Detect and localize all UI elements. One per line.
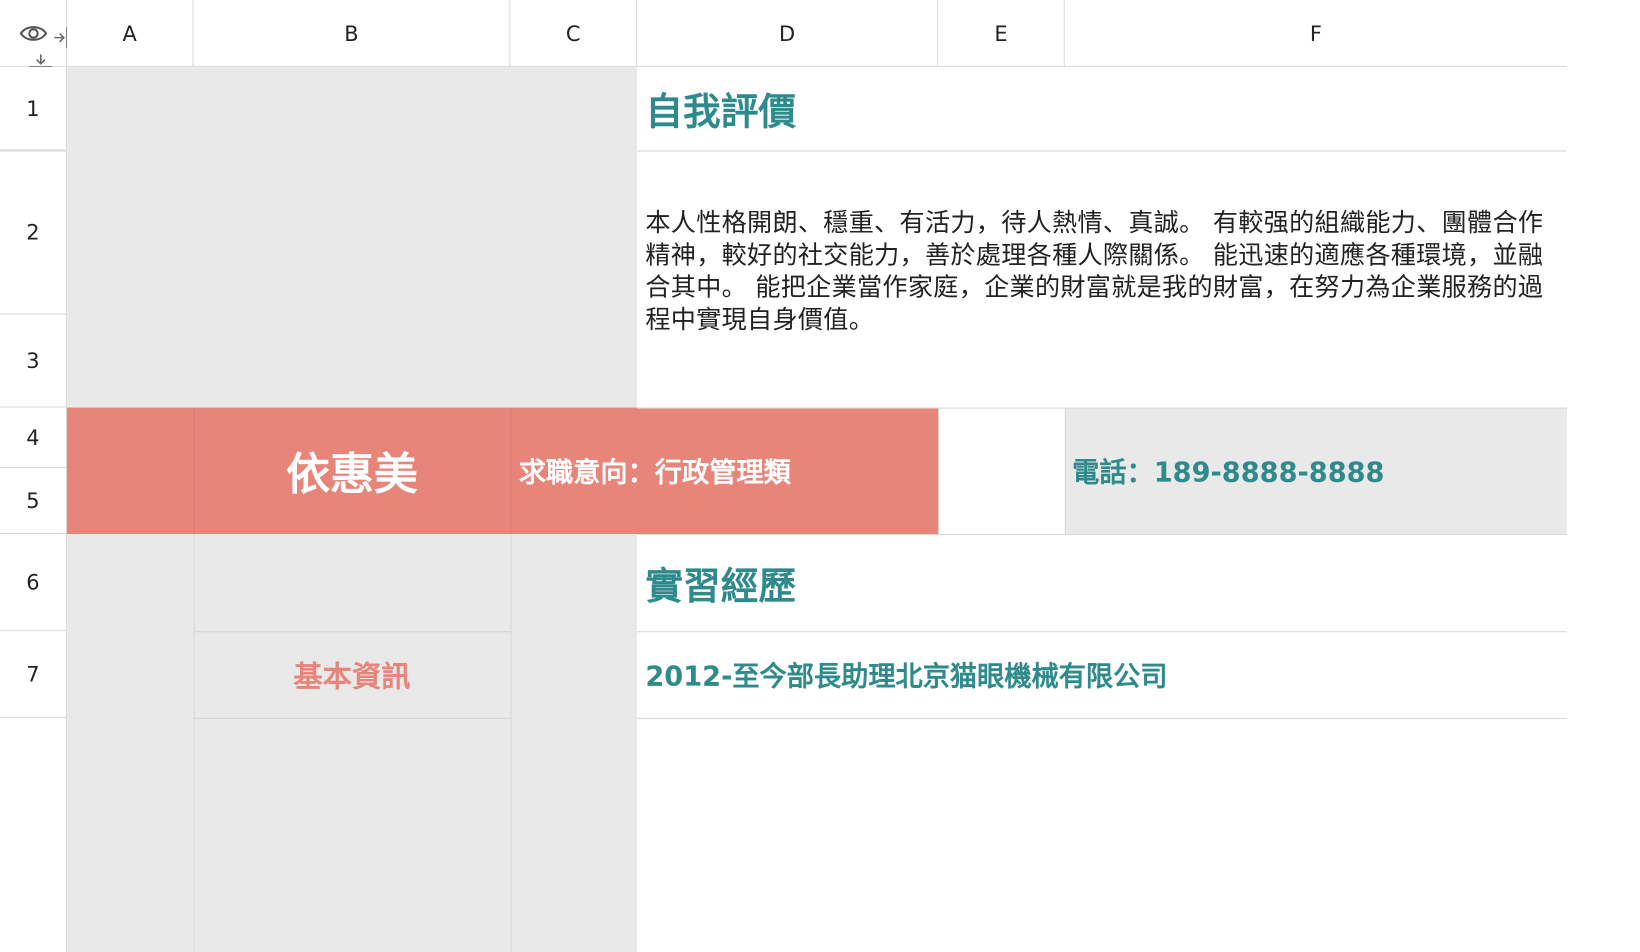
phone-cell[interactable]: 電話：189-8888-8888 bbox=[1072, 408, 1564, 534]
row-header-4[interactable]: 4 bbox=[0, 407, 67, 469]
row-header-1[interactable]: 1 bbox=[0, 66, 67, 151]
row-header-3-label: 3 bbox=[26, 347, 40, 374]
self-evaluation-text: 本人性格開朗、穩重、有活力，待人熱情、真誠。 有較强的組織能力、團體合作精神，較… bbox=[645, 207, 1544, 335]
eye-icon[interactable] bbox=[19, 23, 48, 44]
column-header-c[interactable]: C bbox=[510, 0, 638, 67]
row-header-4-label: 4 bbox=[26, 424, 40, 450]
row-header-6-label: 6 bbox=[26, 569, 40, 595]
column-header-d[interactable]: D bbox=[637, 0, 939, 67]
self-evaluation-title[interactable]: 自我評價 bbox=[645, 67, 1565, 151]
row-header-2[interactable]: 2 bbox=[0, 150, 67, 315]
left-panel-top bbox=[66, 66, 638, 408]
column-header-c-label: C bbox=[565, 20, 581, 46]
internship-title[interactable]: 實習經歷 bbox=[645, 534, 1565, 631]
spreadsheet-grid: A B C D E F 1 2 3 4 5 6 7 自我評價 本人性格開朗、穩重… bbox=[0, 0, 1640, 952]
column-header-a-label: A bbox=[122, 20, 137, 46]
row-header-2-label: 2 bbox=[26, 219, 40, 245]
row-header-1-label: 1 bbox=[26, 95, 40, 121]
internship-item-cell[interactable]: 2012-至今部長助理北京猫眼機械有限公司 bbox=[645, 631, 1565, 718]
row-header-7[interactable]: 7 bbox=[0, 631, 67, 718]
self-evaluation-cell[interactable]: 本人性格開朗、穩重、有活力，待人熱情、真誠。 有較强的組織能力、團體合作精神，較… bbox=[645, 150, 1559, 407]
row-header-5[interactable]: 5 bbox=[0, 468, 67, 534]
row-header-3[interactable]: 3 bbox=[0, 314, 67, 408]
left-panel-bottom bbox=[66, 533, 638, 952]
basic-info-cell[interactable]: 基本資訊 bbox=[194, 631, 511, 718]
row-header-5-label: 5 bbox=[26, 488, 40, 514]
column-header-b-label: B bbox=[344, 20, 359, 46]
spreadsheet-window: A B C D E F 1 2 3 4 5 6 7 自我評價 本人性格開朗、穩重… bbox=[0, 0, 1640, 952]
job-intent-cell[interactable]: 求職意向：行政管理類 bbox=[519, 408, 937, 534]
column-header-e[interactable]: E bbox=[938, 0, 1065, 67]
column-header-a[interactable]: A bbox=[66, 0, 194, 67]
row-header-6[interactable]: 6 bbox=[0, 533, 67, 632]
row-header-7-label: 7 bbox=[26, 661, 40, 687]
column-header-e-label: E bbox=[994, 20, 1008, 46]
column-header-d-label: D bbox=[779, 20, 796, 46]
column-header-f-label: F bbox=[1309, 20, 1322, 46]
name-cell[interactable]: 依惠美 bbox=[194, 408, 511, 534]
column-header-b[interactable]: B bbox=[193, 0, 511, 67]
row-header-filler bbox=[0, 717, 67, 952]
column-header-f[interactable]: F bbox=[1064, 0, 1567, 67]
